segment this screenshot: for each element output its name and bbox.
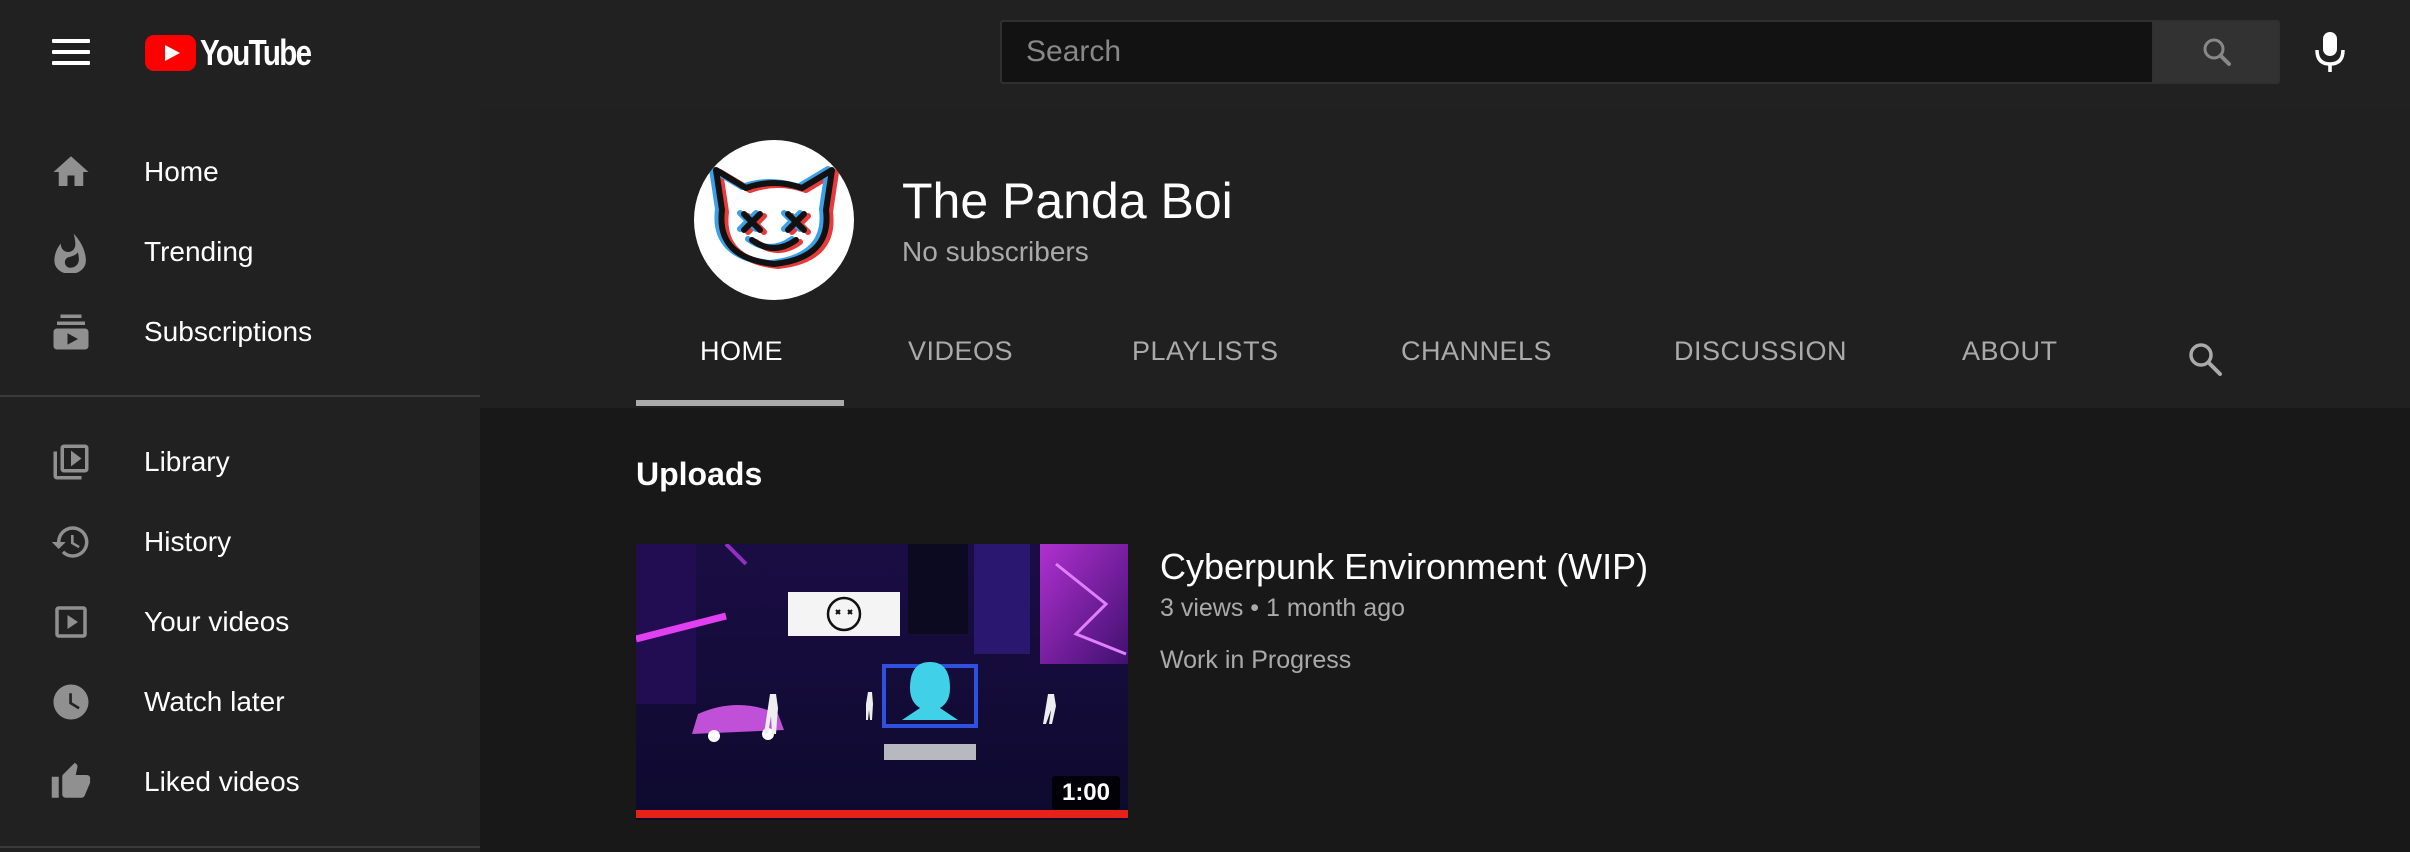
youtube-logo-text: YouTube <box>200 32 312 73</box>
sidebar-item-liked-videos[interactable]: Liked videos <box>0 742 480 822</box>
video-title[interactable]: Cyberpunk Environment (WIP) <box>1160 546 1648 588</box>
tab-playlists[interactable]: PLAYLISTS <box>1132 336 1279 367</box>
sidebar-item-label: Your videos <box>144 606 290 637</box>
sidebar-item-watch-later[interactable]: Watch later <box>0 662 480 742</box>
tab-about[interactable]: ABOUT <box>1962 336 2058 367</box>
top-bar: YouTube <box>0 0 2410 108</box>
video-meta: 3 views • 1 month ago <box>1160 594 1405 622</box>
uploads-heading[interactable]: Uploads <box>636 456 762 493</box>
devil-smiley-avatar-icon <box>709 166 839 269</box>
sidebar-item-subscriptions[interactable]: Subscriptions <box>0 292 480 372</box>
sidebar-item-trending[interactable]: Trending <box>0 212 480 292</box>
sidebar-item-label: Library <box>144 446 230 477</box>
channel-search-button[interactable] <box>2186 340 2224 378</box>
tab-videos[interactable]: VIDEOS <box>908 336 1013 367</box>
sidebar-item-label: Subscriptions <box>144 316 313 347</box>
microphone-icon <box>2315 32 2345 72</box>
sidebar-item-home[interactable]: Home <box>0 132 480 212</box>
sidebar-item-your-videos[interactable]: Your videos <box>0 582 480 662</box>
sidebar-item-label: Home <box>144 156 219 187</box>
subscriber-count: No subscribers <box>902 236 1089 267</box>
tab-home[interactable]: HOME <box>700 336 783 367</box>
tab-channels[interactable]: CHANNELS <box>1401 336 1552 367</box>
video-description: Work in Progress <box>1160 646 1352 674</box>
sidebar-item-label: History <box>144 526 232 557</box>
your-videos-icon <box>55 606 87 638</box>
history-icon <box>51 526 89 558</box>
sidebar-item-history[interactable]: History <box>0 502 480 582</box>
watched-progress-bar <box>636 810 1128 818</box>
channel-name: The Panda Boi <box>902 173 1233 229</box>
active-tab-indicator <box>636 400 844 406</box>
youtube-logo[interactable]: YouTube <box>145 34 335 72</box>
search-icon <box>2203 38 2231 66</box>
sidebar: Home Trending Subscriptions Library Hist… <box>0 108 480 852</box>
search-button[interactable] <box>2152 20 2280 84</box>
voice-search-button[interactable] <box>2310 28 2350 76</box>
sidebar-item-label: Trending <box>144 236 254 267</box>
watch-later-icon <box>53 684 89 720</box>
tab-discussion[interactable]: DISCUSSION <box>1674 336 1847 367</box>
sidebar-item-library[interactable]: Library <box>0 422 480 502</box>
search-icon <box>2189 343 2222 376</box>
search-box <box>1000 20 2152 84</box>
liked-videos-icon <box>51 762 91 798</box>
menu-icon[interactable] <box>52 37 90 67</box>
youtube-logo-icon <box>145 35 196 71</box>
sidebar-divider <box>0 846 480 848</box>
video-duration: 1:00 <box>1052 776 1120 810</box>
trending-icon <box>54 233 86 273</box>
sidebar-divider <box>0 395 480 397</box>
library-icon <box>53 444 89 480</box>
channel-avatar[interactable] <box>694 140 854 300</box>
sidebar-item-label: Liked videos <box>144 766 300 797</box>
home-icon <box>53 156 89 186</box>
search-input[interactable] <box>1002 22 2152 82</box>
sidebar-item-label: Watch later <box>144 686 285 717</box>
subscriptions-icon <box>53 314 89 350</box>
